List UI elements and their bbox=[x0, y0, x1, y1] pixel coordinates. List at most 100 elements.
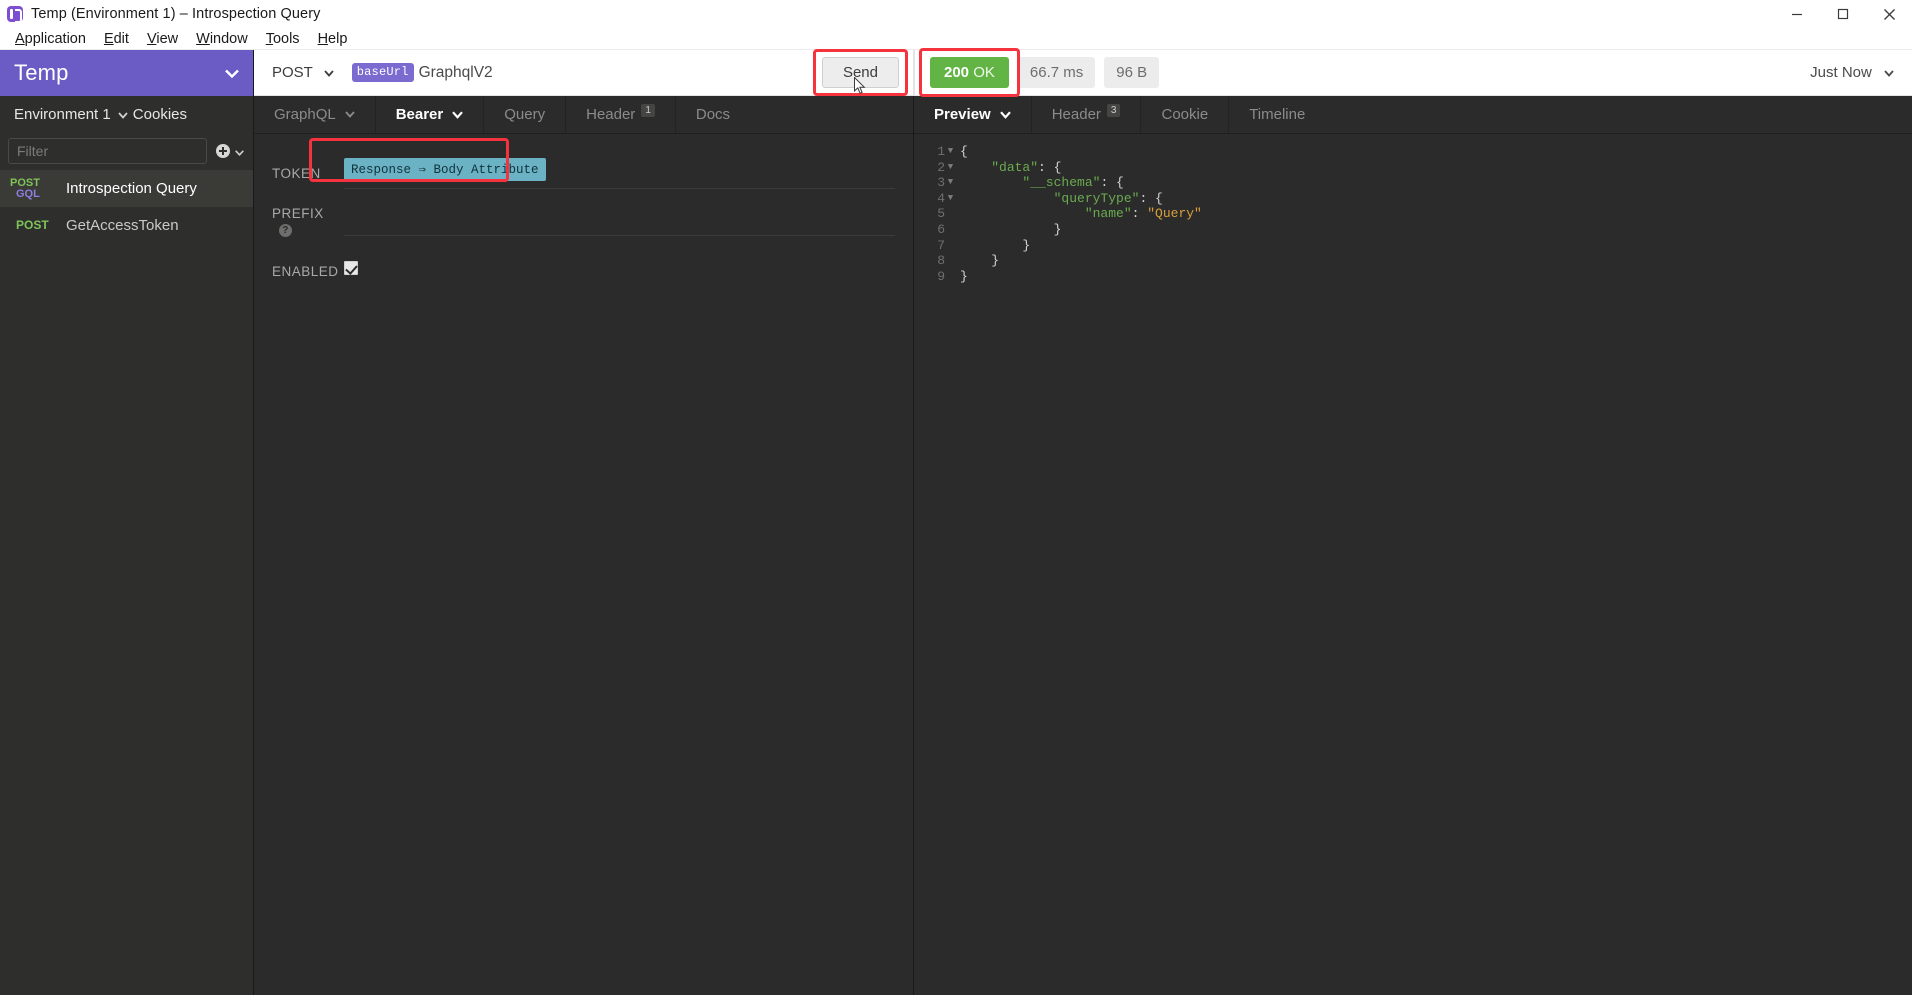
chevron-down-icon[interactable] bbox=[324, 64, 334, 81]
title-bar: Temp (Environment 1) – Introspection Que… bbox=[0, 0, 1912, 28]
response-history-label: Just Now bbox=[1810, 64, 1872, 81]
response-history-selector[interactable]: Just Now bbox=[1810, 64, 1912, 81]
url-template-tag[interactable]: baseUrl bbox=[351, 63, 414, 82]
fold-arrow-icon[interactable]: ▼ bbox=[945, 175, 956, 191]
request-name: Introspection Query bbox=[66, 180, 197, 197]
enabled-field bbox=[344, 256, 895, 286]
tab-graphql[interactable]: GraphQL bbox=[254, 96, 376, 133]
code-line: { bbox=[960, 144, 1912, 160]
chevron-down-icon[interactable] bbox=[452, 110, 464, 119]
code-token: : { bbox=[1038, 159, 1062, 175]
request-item-getaccesstoken[interactable]: POST GetAccessToken bbox=[0, 207, 253, 244]
status-badge[interactable]: 200 OK bbox=[930, 57, 1009, 88]
menu-item-tools[interactable]: Tools bbox=[257, 28, 309, 50]
prefix-row: PREFIX ? bbox=[254, 204, 913, 238]
url-bar: POST baseUrl GraphqlV2 Send bbox=[254, 49, 914, 96]
line-number-value: 2 bbox=[937, 159, 945, 175]
tab-header[interactable]: Header 1 bbox=[566, 96, 676, 133]
method-selector[interactable]: POST bbox=[272, 64, 334, 81]
tab-response-header[interactable]: Header 3 bbox=[1032, 96, 1142, 133]
send-button[interactable]: Send bbox=[821, 57, 899, 88]
tab-label: Header bbox=[1051, 106, 1101, 123]
maximize-icon[interactable] bbox=[1820, 0, 1866, 28]
add-request-button[interactable] bbox=[216, 143, 244, 160]
tab-query[interactable]: Query bbox=[484, 96, 567, 133]
code-token: "data" bbox=[991, 159, 1039, 175]
status-zone: 200 OK 66.7 ms 96 B Just Now bbox=[914, 48, 1912, 97]
workspace-header[interactable]: Temp bbox=[0, 50, 253, 96]
tab-timeline[interactable]: Timeline bbox=[1229, 96, 1325, 133]
environment-row: Environment 1 Cookies bbox=[0, 96, 253, 132]
menu-item-edit[interactable]: Edit bbox=[95, 28, 138, 50]
tab-docs[interactable]: Docs bbox=[676, 96, 750, 133]
insomnia-icon bbox=[7, 6, 23, 23]
fold-arrow-icon[interactable]: ▼ bbox=[945, 191, 956, 207]
menu-item-help[interactable]: Help bbox=[309, 28, 357, 50]
chevron-down-icon[interactable] bbox=[225, 65, 239, 82]
close-icon[interactable] bbox=[1866, 0, 1912, 28]
prefix-input[interactable] bbox=[344, 206, 895, 236]
token-field[interactable]: Response ⇒ Body Attribute bbox=[344, 157, 895, 189]
method-badge: POST GQL bbox=[8, 177, 52, 200]
status-code-wrapper: 200 OK bbox=[919, 48, 1020, 97]
line-number-value: 8 bbox=[937, 253, 945, 269]
token-label: TOKEN bbox=[272, 165, 321, 181]
code-line: } bbox=[960, 253, 1912, 269]
request-tabs: GraphQL Bearer Query Header 1 Docs bbox=[254, 96, 913, 134]
menu-item-application[interactable]: Application bbox=[6, 28, 95, 50]
tab-cookie[interactable]: Cookie bbox=[1141, 96, 1230, 133]
code-token: "Query" bbox=[1147, 206, 1202, 222]
code-token: } bbox=[1053, 221, 1062, 237]
sidebar: Temp Environment 1 Cookies Filter POST G… bbox=[0, 50, 254, 995]
request-item-introspection-query[interactable]: POST GQL Introspection Query bbox=[0, 170, 253, 207]
line-number: 4 ▼ bbox=[914, 191, 960, 207]
request-name: GetAccessToken bbox=[66, 217, 179, 234]
environment-selector[interactable]: Environment 1 bbox=[14, 106, 111, 123]
line-number-value: 1 bbox=[937, 144, 945, 159]
cookies-button[interactable]: Cookies bbox=[133, 106, 239, 123]
chevron-down-icon[interactable] bbox=[999, 110, 1011, 119]
code-token: { bbox=[960, 144, 968, 159]
code-line: "name": "Query" bbox=[960, 206, 1912, 222]
tab-preview[interactable]: Preview bbox=[914, 96, 1032, 133]
request-list: POST GQL Introspection Query POST GetAcc… bbox=[0, 170, 253, 995]
chevron-down-icon[interactable] bbox=[1884, 64, 1894, 81]
chevron-down-icon[interactable] bbox=[345, 111, 355, 118]
enabled-label: ENABLED bbox=[272, 263, 339, 279]
line-number: 1 ▼ bbox=[914, 144, 960, 160]
content-area: POST baseUrl GraphqlV2 Send 200 OK 66.7 … bbox=[254, 48, 1912, 995]
tab-bearer[interactable]: Bearer bbox=[376, 96, 485, 133]
response-tabs: Preview Header 3 Cookie Timeline bbox=[914, 96, 1912, 134]
url-input[interactable]: GraphqlV2 bbox=[419, 64, 493, 82]
response-time-badge[interactable]: 66.7 ms bbox=[1017, 57, 1096, 88]
line-number-gutter: 1 ▼ 2 ▼ 3 ▼ 4 ▼ 5 6 7 8 9 bbox=[914, 144, 960, 995]
fold-arrow-icon[interactable]: ▼ bbox=[945, 160, 956, 176]
chevron-down-icon[interactable] bbox=[235, 143, 244, 160]
chevron-down-icon[interactable] bbox=[118, 106, 128, 123]
token-template-tag[interactable]: Response ⇒ Body Attribute bbox=[344, 157, 546, 181]
line-number-value: 9 bbox=[937, 268, 945, 284]
search-input[interactable] bbox=[8, 138, 207, 164]
response-size-badge[interactable]: 96 B bbox=[1104, 57, 1160, 88]
fold-arrow-icon[interactable]: ▼ bbox=[945, 144, 956, 160]
line-number: 7 bbox=[914, 238, 960, 254]
enabled-checkbox[interactable] bbox=[344, 260, 358, 275]
minimize-icon[interactable] bbox=[1774, 0, 1820, 28]
line-number-value: 5 bbox=[937, 206, 945, 222]
code-line: } bbox=[960, 269, 1912, 285]
code-token: : { bbox=[1100, 175, 1124, 191]
response-body[interactable]: 1 ▼ 2 ▼ 3 ▼ 4 ▼ 5 6 7 8 9 { "data": { "__schema": { … bbox=[914, 134, 1912, 995]
token-row: TOKEN Response ⇒ Body Attribute bbox=[254, 156, 913, 190]
code-token: : { bbox=[1139, 190, 1163, 206]
menu-item-window[interactable]: Window bbox=[187, 28, 257, 50]
tab-label: Cookie bbox=[1161, 106, 1209, 123]
status-code: 200 bbox=[944, 64, 970, 81]
method-badge: POST bbox=[16, 218, 49, 232]
line-number: 2 ▼ bbox=[914, 160, 960, 176]
code-token: } bbox=[960, 268, 968, 284]
help-icon[interactable]: ? bbox=[279, 223, 292, 237]
code-line: "data": { bbox=[960, 160, 1912, 176]
header-count-badge: 1 bbox=[641, 104, 655, 117]
menu-item-view[interactable]: View bbox=[138, 28, 187, 50]
auth-form: TOKEN Response ⇒ Body Attribute PREFIX ? bbox=[254, 134, 913, 288]
